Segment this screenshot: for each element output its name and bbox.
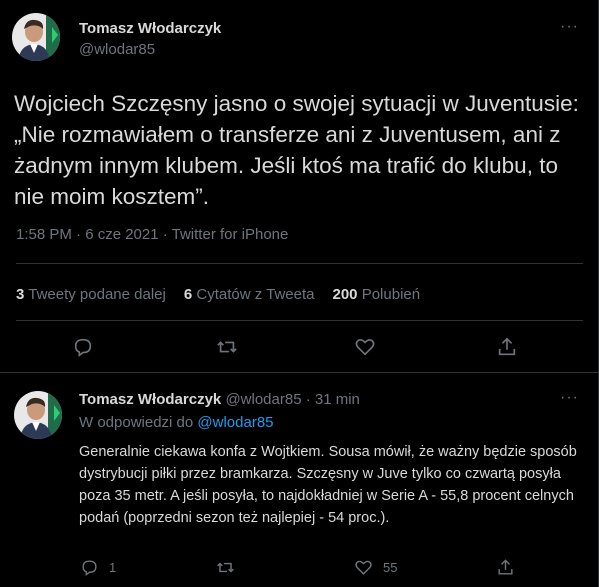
like-count: 55	[383, 560, 398, 575]
retweet-icon	[217, 562, 234, 573]
reply-action[interactable]: 1	[80, 558, 116, 577]
like-icon[interactable]	[354, 336, 376, 363]
divider	[16, 263, 583, 264]
author-handle[interactable]: @wlodar85	[225, 391, 301, 408]
more-options-icon[interactable]: ···	[560, 389, 579, 407]
reply-text: Generalnie ciekawa konfa z Wojtkiem. Sou…	[79, 444, 577, 526]
retweet-action[interactable]	[216, 558, 235, 577]
reply-header: Tomasz Włodarczyk @wlodar85 · 31 min	[79, 391, 360, 408]
share-icon	[498, 559, 513, 575]
author-name[interactable]: Tomasz Włodarczyk	[79, 391, 221, 408]
share-action[interactable]	[496, 558, 515, 577]
reply-count: 1	[109, 560, 117, 575]
reply-icon	[82, 560, 97, 577]
reply-icon[interactable]	[72, 336, 94, 363]
divider	[0, 372, 599, 373]
avatar[interactable]	[12, 13, 60, 61]
mention-link[interactable]: @wlodar85	[197, 414, 273, 431]
time-ago[interactable]: · 31 min	[306, 391, 360, 408]
retweet-icon[interactable]	[216, 336, 238, 363]
tweet-stats: 3 Tweety podane dalej 6 Cytatów z Tweeta…	[16, 286, 420, 303]
divider	[16, 320, 583, 321]
quotes-stat[interactable]: 6 Cytatów z Tweeta	[184, 286, 315, 303]
likes-stat[interactable]: 200 Polubień	[333, 286, 421, 303]
share-icon[interactable]	[496, 336, 518, 363]
avatar[interactable]	[14, 391, 62, 439]
retweets-stat[interactable]: 3 Tweety podane dalej	[16, 286, 166, 303]
like-action[interactable]: 55	[354, 558, 397, 577]
like-icon	[355, 560, 372, 575]
tweet-text: Wojciech Szczęsny jasno o swojej sytuacj…	[14, 91, 579, 209]
tweet-timestamp[interactable]: 1:58 PM · 6 cze 2021 · Twitter for iPhon…	[16, 226, 288, 243]
replying-to: W odpowiedzi do @wlodar85	[79, 414, 274, 431]
author-name[interactable]: Tomasz Włodarczyk	[79, 20, 221, 37]
author-handle[interactable]: @wlodar85	[79, 41, 155, 58]
more-options-icon[interactable]: ···	[560, 18, 579, 36]
